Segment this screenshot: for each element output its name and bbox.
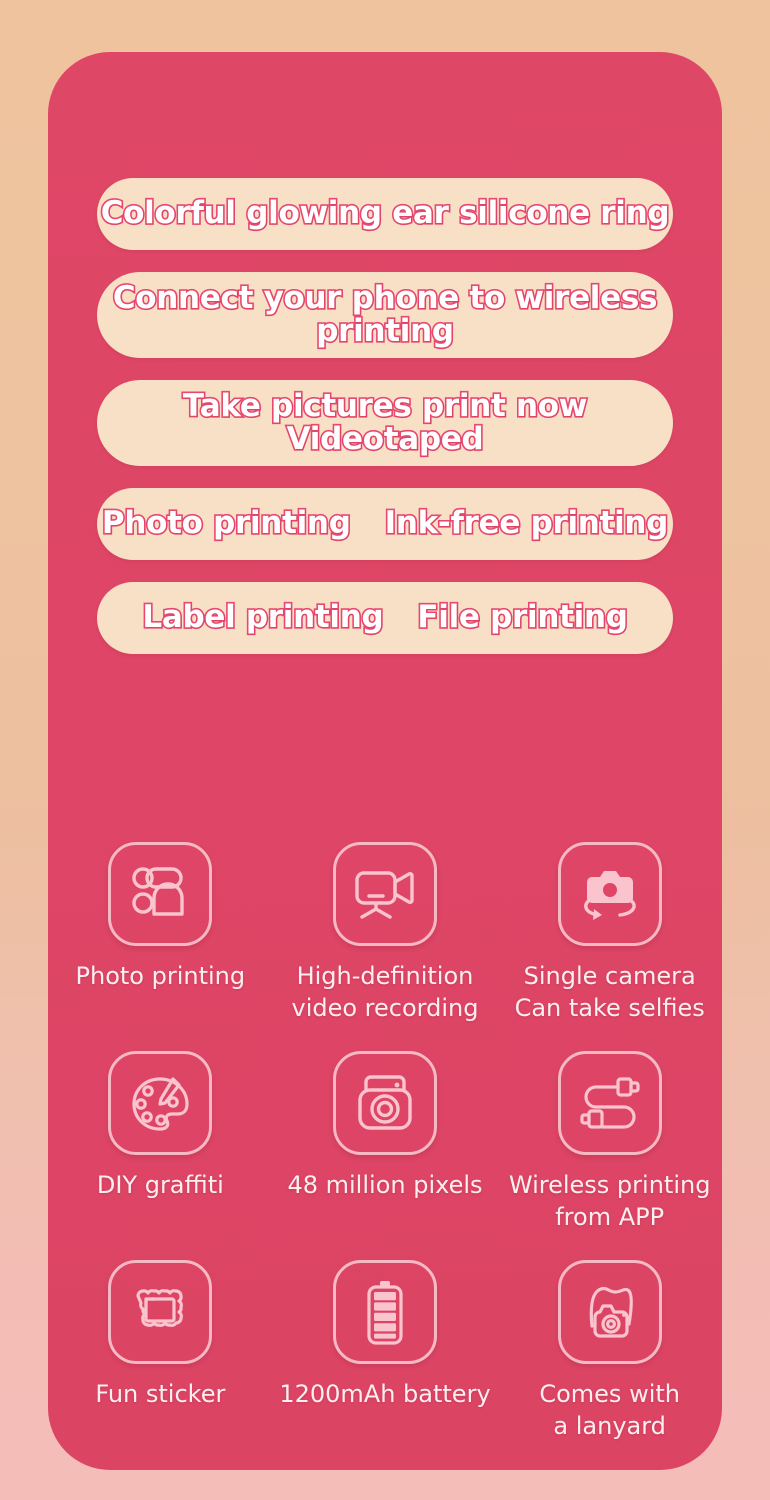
feature-battery: 1200mAh battery [273,1259,498,1443]
banner-text-group: Photo printing Ink-free printing [100,505,670,542]
banner-text-right: File printing [416,599,630,636]
feature-label: DIY graffiti [96,1170,224,1199]
feature-megapixels: 48 million pixels [273,1050,498,1234]
paint-palette-icon [108,1050,213,1155]
feature-lanyard: Comes with a lanyard [497,1259,722,1443]
feature-label: 48 million pixels [287,1170,483,1199]
feature-fun-sticker: Fun sticker [48,1259,273,1443]
photo-printing-icon [108,842,213,946]
banner-label-and-file: Label printing File printing [97,582,673,654]
feature-wireless-printing: Wireless printing from APP [497,1050,722,1234]
promo-card: Colorful glowing ear silicone ring Conne… [48,52,722,1470]
feature-photo-printing: Photo printing [48,842,273,1025]
banner-text-left: Photo printing [100,505,352,542]
banner-wireless-printing: Connect your phone to wireless printing [97,272,673,358]
battery-icon [332,1259,437,1364]
feature-label: Single camera Can take selfies [514,962,705,1023]
feature-label: Photo printing [75,962,246,990]
rotating-camera-icon [557,842,662,946]
instant-camera-icon [332,1050,437,1155]
feature-video-recording: High-definition video recording [273,842,498,1025]
banner-text-right: Ink-free printing [383,505,670,542]
feature-banner-list: Colorful glowing ear silicone ring Conne… [97,178,673,676]
feature-label: Wireless printing from APP [508,1170,711,1232]
feature-label: 1200mAh battery [279,1379,491,1408]
camera-lanyard-icon [557,1259,662,1364]
banner-colorful-glowing-ring: Colorful glowing ear silicone ring [97,178,673,250]
banner-photo-and-ink-free: Photo printing Ink-free printing [97,488,673,560]
banner-text: Connect your phone to wireless printing [111,279,659,349]
feature-label: Comes with a lanyard [539,1379,680,1440]
banner-text: Take pictures print now Videotaped [181,387,589,457]
banner-text-left: Label printing [141,599,386,636]
feature-single-camera: Single camera Can take selfies [497,842,722,1025]
usb-cable-icon [557,1050,662,1155]
feature-label: Fun sticker [95,1379,226,1408]
feature-diy-graffiti: DIY graffiti [48,1050,273,1234]
banner-take-pictures-print-now: Take pictures print now Videotaped [97,380,673,466]
banner-text-group: Label printing File printing [141,599,630,636]
banner-text: Colorful glowing ear silicone ring [99,195,671,232]
feature-label: High-definition video recording [291,962,479,1023]
feature-icon-grid: Photo printing High-definition video rec… [48,842,722,1442]
sticker-frame-icon [108,1259,213,1364]
video-camera-icon [332,842,437,946]
